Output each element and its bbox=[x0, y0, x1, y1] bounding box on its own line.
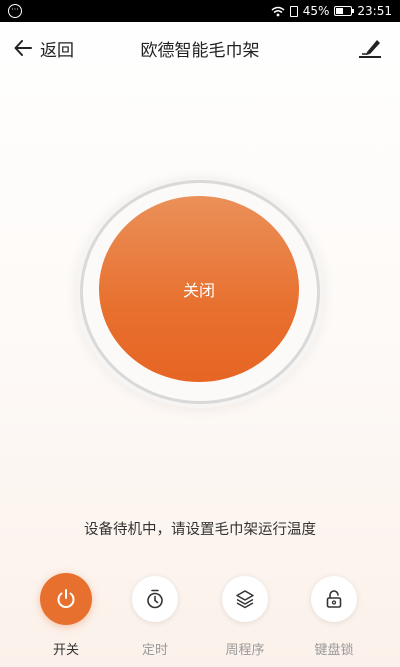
edit-button[interactable] bbox=[356, 34, 384, 62]
nav-power-label: 开关 bbox=[52, 643, 79, 658]
nav-power-circle bbox=[40, 573, 92, 625]
device-status-message: 设备待机中，请设置毛巾架运行温度 bbox=[84, 522, 316, 538]
lock-icon bbox=[326, 590, 342, 608]
wifi-icon bbox=[271, 6, 285, 16]
app-header: 返回 欧德智能毛巾架 bbox=[0, 22, 400, 74]
nav-weekly-program[interactable]: 周程序 bbox=[205, 576, 285, 658]
nav-keypad-lock[interactable]: 键盘锁 bbox=[294, 576, 374, 658]
notification-icon: ··· bbox=[8, 4, 22, 18]
status-indicators: 45% 23:51 bbox=[271, 0, 392, 22]
status-bar: ··· 45% 23:51 bbox=[0, 0, 400, 22]
layers-icon bbox=[236, 590, 254, 609]
bottom-nav: 开关 定时 周程序 键盘锁 bbox=[0, 573, 400, 667]
arrow-left-icon bbox=[14, 40, 32, 56]
nav-keypad-lock-label: 键盘锁 bbox=[314, 643, 354, 658]
pencil-icon bbox=[359, 40, 381, 58]
nav-weekly-program-label: 周程序 bbox=[225, 643, 265, 658]
back-label: 返回 bbox=[40, 40, 74, 61]
nav-timer[interactable]: 定时 bbox=[115, 576, 195, 658]
power-state-label: 关闭 bbox=[182, 281, 215, 300]
power-icon bbox=[57, 589, 75, 608]
battery-icon bbox=[334, 6, 355, 16]
sim-card-icon bbox=[289, 5, 298, 17]
power-toggle-button[interactable]: 关闭 bbox=[99, 196, 299, 382]
timer-icon bbox=[147, 589, 163, 609]
battery-percentage: 45% bbox=[302, 4, 330, 18]
nav-keypad-lock-circle bbox=[311, 576, 357, 622]
nav-power[interactable]: 开关 bbox=[26, 573, 106, 658]
nav-weekly-program-circle bbox=[222, 576, 268, 622]
clock: 23:51 bbox=[357, 4, 392, 18]
nav-timer-label: 定时 bbox=[141, 643, 168, 658]
back-button[interactable]: 返回 bbox=[14, 34, 74, 62]
nav-timer-circle bbox=[132, 576, 178, 622]
